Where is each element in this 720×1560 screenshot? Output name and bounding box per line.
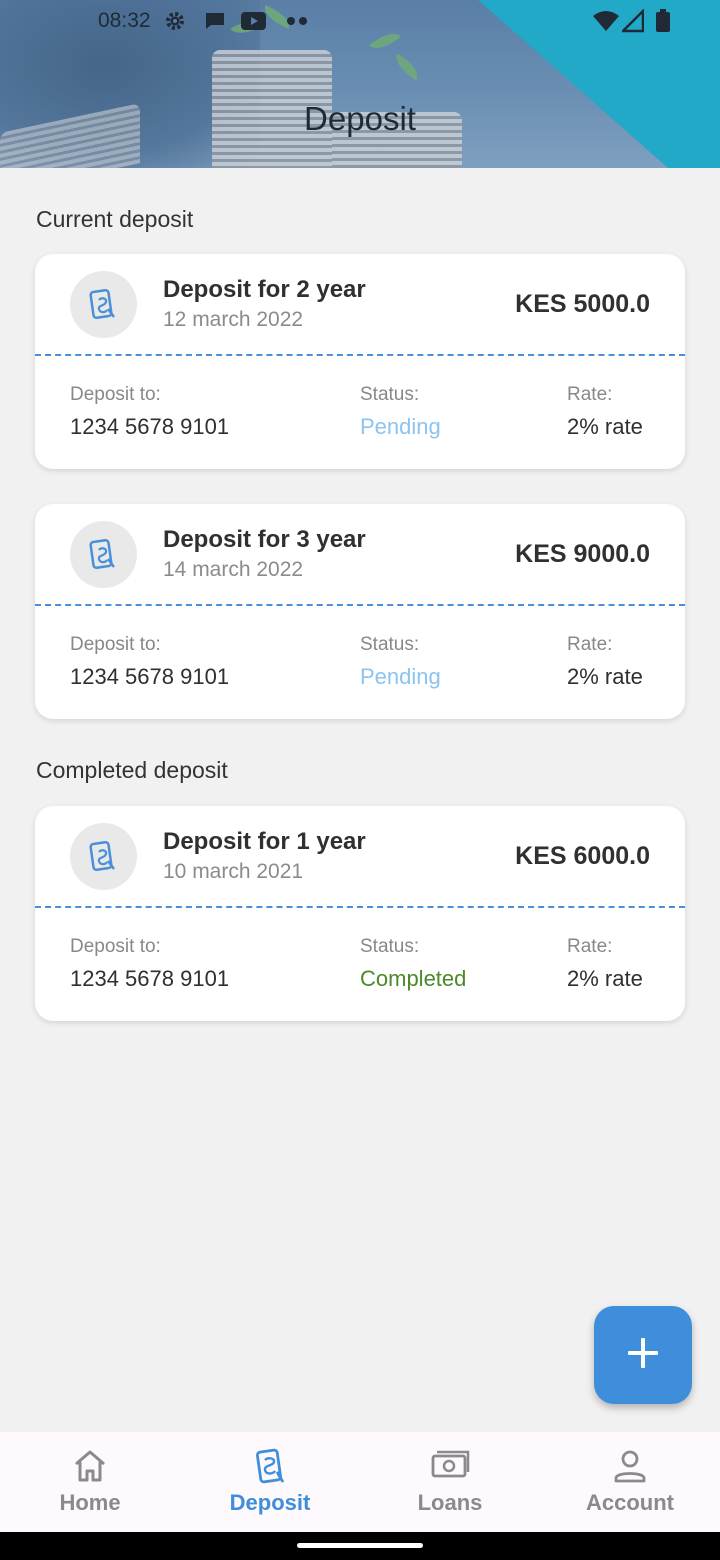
status-value: Pending (360, 664, 441, 689)
more-dots-icon (286, 14, 310, 32)
deposit-amount: KES 6000.0 (515, 842, 650, 870)
section-title-completed: Completed deposit (36, 757, 228, 783)
nav-label: Home (59, 1490, 121, 1515)
card-divider (35, 906, 685, 908)
rate-label: Rate: (567, 634, 613, 655)
status-time: 08:32 (98, 9, 151, 32)
battery-icon (655, 9, 671, 38)
deposit-icon (70, 271, 137, 338)
deposit-card[interactable]: Deposit for 2 year 12 march 2022 KES 500… (35, 254, 685, 469)
status-label: Status: (360, 936, 420, 957)
plus-icon (626, 1336, 660, 1375)
deposit-to-label: Deposit to: (70, 634, 161, 655)
deposit-icon (70, 521, 137, 588)
card-divider (35, 604, 685, 606)
nav-item-deposit[interactable]: Deposit (180, 1432, 360, 1532)
rate-label: Rate: (567, 384, 613, 405)
status-label: Status: (360, 384, 420, 405)
deposit-amount: KES 9000.0 (515, 540, 650, 568)
status-label: Status: (360, 634, 420, 655)
deposit-date: 12 march 2022 (163, 308, 304, 331)
deposit-amount: KES 5000.0 (515, 290, 650, 318)
rate-label: Rate: (567, 936, 613, 957)
deposit-account: 1234 5678 9101 (70, 414, 230, 439)
deposit-title: Deposit for 1 year (163, 828, 366, 855)
nav-label: Account (586, 1490, 674, 1515)
add-deposit-button[interactable] (594, 1306, 692, 1404)
rate-value: 2% rate (567, 664, 643, 689)
deposit-title: Deposit for 2 year (163, 276, 366, 303)
youtube-icon (240, 9, 267, 38)
person-icon (610, 1448, 650, 1484)
deposit-icon (70, 823, 137, 890)
card-divider (35, 354, 685, 356)
status-value: Completed (360, 966, 467, 991)
bottom-nav: Home Deposit Loans Account (0, 1432, 720, 1532)
deposit-date: 14 march 2022 (163, 558, 304, 581)
deposit-account: 1234 5678 9101 (70, 966, 230, 991)
gesture-bar (0, 1532, 720, 1560)
sprout-illustration (390, 53, 424, 81)
status-bar: 08:32 (0, 0, 720, 42)
deposit-card[interactable]: Deposit for 1 year 10 march 2021 KES 600… (35, 806, 685, 1021)
deposit-to-label: Deposit to: (70, 384, 161, 405)
section-title-current: Current deposit (36, 206, 194, 232)
nav-item-loans[interactable]: Loans (360, 1432, 540, 1532)
gear-icon (163, 9, 187, 38)
deposit-account: 1234 5678 9101 (70, 664, 230, 689)
nav-item-home[interactable]: Home (0, 1432, 180, 1532)
nav-label: Deposit (229, 1490, 311, 1515)
header-banner: 08:32 Deposit (0, 0, 720, 168)
rate-value: 2% rate (567, 414, 643, 439)
chat-icon (203, 9, 227, 38)
deposit-date: 10 march 2021 (163, 860, 304, 883)
rate-value: 2% rate (567, 966, 643, 991)
deposit-to-label: Deposit to: (70, 936, 161, 957)
home-icon (70, 1448, 110, 1484)
wifi-icon (592, 9, 620, 38)
deposit-card[interactable]: Deposit for 3 year 14 march 2022 KES 900… (35, 504, 685, 719)
deposit-icon (250, 1448, 290, 1484)
page-title: Deposit (304, 100, 416, 137)
nav-label: Loans (417, 1490, 483, 1515)
status-value: Pending (360, 414, 441, 439)
signal-icon (619, 7, 645, 38)
deposit-title: Deposit for 3 year (163, 526, 366, 553)
money-icon (430, 1448, 470, 1484)
nav-item-account[interactable]: Account (540, 1432, 720, 1532)
home-gesture-handle[interactable] (297, 1543, 423, 1548)
